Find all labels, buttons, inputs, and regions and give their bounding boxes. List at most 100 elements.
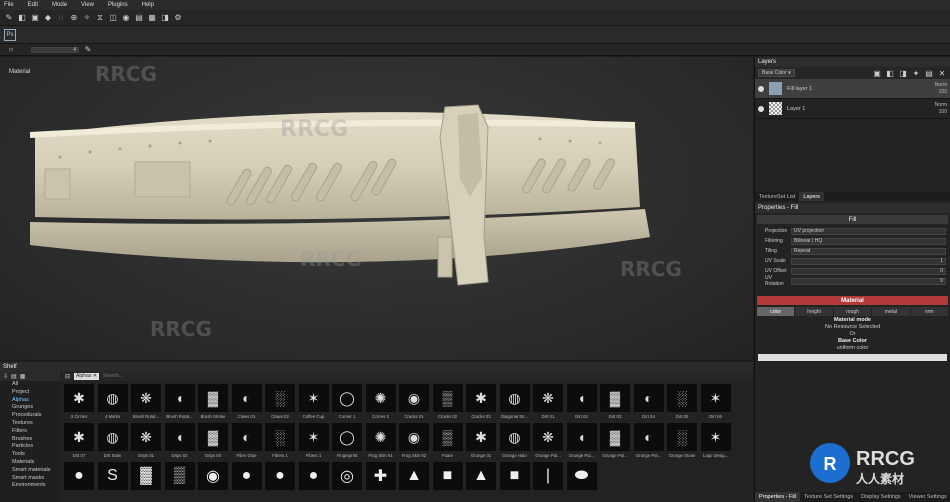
alpha-resource[interactable]: ✱ Cracks 03 xyxy=(466,384,496,423)
alpha-resource[interactable]: ■ xyxy=(499,462,530,501)
alpha-resource[interactable]: ■ xyxy=(432,462,463,501)
alpha-resource[interactable]: ▓ xyxy=(131,462,161,501)
eraser-tool-icon[interactable]: ◧ xyxy=(17,13,27,23)
alpha-resource[interactable]: ░ Grunge Stone xyxy=(667,423,697,462)
channel-nrm-button[interactable]: nrm xyxy=(910,307,949,316)
filter-chip[interactable]: Alphas ✕ xyxy=(74,372,99,380)
tab-textureset-list[interactable]: TextureSet List xyxy=(755,192,799,201)
base-color-swatch[interactable] xyxy=(758,354,947,361)
pressure-icon[interactable]: ✎ xyxy=(83,45,93,55)
alpha-resource[interactable]: ◍ 4 Marks xyxy=(97,384,128,423)
view-mode-icon[interactable]: ◫ xyxy=(108,13,118,23)
picker-tool-icon[interactable]: ✧ xyxy=(82,13,92,23)
alpha-resource[interactable]: ● xyxy=(64,462,94,501)
channel-dropdown[interactable]: Base Color ▾ xyxy=(758,69,795,77)
menu-edit[interactable]: Edit xyxy=(28,2,38,8)
alpha-resource[interactable]: ◖ Dirt 02 xyxy=(566,384,597,423)
clone-tool-icon[interactable]: ⊕ xyxy=(69,13,79,23)
grid-view-icon[interactable]: ▦ xyxy=(20,373,26,380)
alpha-resource[interactable]: ▒ xyxy=(164,462,195,501)
fill-section-header[interactable]: Fill xyxy=(757,215,948,224)
category-item[interactable]: Textures xyxy=(0,420,60,428)
category-item[interactable]: Procedurals xyxy=(0,412,60,420)
alpha-resource[interactable]: ⬬ xyxy=(566,462,597,501)
alpha-resource[interactable]: ◉ xyxy=(198,462,228,501)
photoshop-export-button[interactable]: Ps xyxy=(4,28,16,41)
filter-icon[interactable]: ⊟ xyxy=(65,373,70,380)
category-item[interactable]: Tools xyxy=(0,451,60,459)
category-item[interactable]: Materials xyxy=(0,459,60,467)
property-value[interactable]: 0 xyxy=(791,267,946,275)
add-folder-icon[interactable]: ▤ xyxy=(924,68,934,78)
category-item[interactable]: Environments xyxy=(0,482,60,490)
category-item[interactable]: All xyxy=(0,381,60,389)
menu-mode[interactable]: Mode xyxy=(52,2,67,8)
category-item[interactable]: Brushes xyxy=(0,436,60,444)
alpha-resource[interactable]: ░ Claws 02 xyxy=(265,384,295,423)
alpha-resource[interactable]: ◐ Grunge Pai... xyxy=(633,423,664,462)
alpha-resource[interactable]: ✶ Coffee Cup xyxy=(298,384,329,423)
alpha-resource[interactable]: ✱ Dirt 07 xyxy=(64,423,94,462)
screenshot-icon[interactable]: ▤ xyxy=(134,13,144,23)
alpha-resource[interactable]: ◯ Corner 1 xyxy=(332,384,362,423)
alpha-resource[interactable]: ◯ Fingerprint xyxy=(332,423,362,462)
alpha-resource[interactable]: ● xyxy=(265,462,295,501)
add-effect-icon[interactable]: ✦ xyxy=(911,68,921,78)
alpha-resource[interactable]: ▓ Dirt 03 xyxy=(600,384,630,423)
alpha-resource[interactable]: ✶ Dirt 06 xyxy=(700,384,731,423)
menu-plugins[interactable]: Plugins xyxy=(108,2,128,8)
property-value[interactable]: 1 xyxy=(791,257,946,265)
alpha-resource[interactable]: ◐ Dirt 04 xyxy=(633,384,664,423)
alpha-resource[interactable]: ✺ Frog Skin 01 xyxy=(365,423,396,462)
alpha-resource[interactable]: ❋ Drips 01 xyxy=(131,423,161,462)
import-icon[interactable]: ⇩ xyxy=(3,373,8,380)
category-item[interactable]: Filters xyxy=(0,428,60,436)
paint-tool-icon[interactable]: ✎ xyxy=(4,13,14,23)
menu-view[interactable]: View xyxy=(81,2,94,8)
category-item[interactable]: Particles xyxy=(0,443,60,451)
no-resource-label[interactable]: No Resource Selected xyxy=(755,324,950,331)
material-section-header[interactable]: Material xyxy=(757,296,948,305)
alpha-resource[interactable]: ◉ Frog Skin 02 xyxy=(399,423,429,462)
folder-icon[interactable]: ▤ xyxy=(11,373,17,380)
tab-layers[interactable]: Layers xyxy=(799,192,824,201)
alpha-resource[interactable]: ▒ Cracks 02 xyxy=(432,384,463,423)
category-item[interactable]: Project xyxy=(0,389,60,397)
alpha-resource[interactable]: ◐ Claws 01 xyxy=(231,384,262,423)
alpha-resource[interactable]: ◖ Brush Rotat... xyxy=(164,384,195,423)
category-item[interactable]: Alphas xyxy=(0,397,60,405)
channel-height-button[interactable]: height xyxy=(795,307,833,316)
channel-metal-button[interactable]: metal xyxy=(872,307,910,316)
layer-blend-mode[interactable]: Norm xyxy=(926,102,947,109)
alpha-resource[interactable]: ◐ Fiber Glue xyxy=(231,423,262,462)
layer-row[interactable]: Fill layer 1 Norm 100 xyxy=(755,79,950,99)
channel-color-button[interactable]: color xyxy=(757,307,795,316)
alpha-resource[interactable]: ✶ Logo Desig... xyxy=(700,423,731,462)
alpha-resource[interactable]: ✱ 3 Circles xyxy=(64,384,94,423)
alpha-resource[interactable]: ● xyxy=(298,462,329,501)
property-value[interactable]: Bilinear | HQ xyxy=(791,237,946,245)
alpha-resource[interactable]: S xyxy=(97,462,128,501)
alpha-resource[interactable]: ✶ Fibers 1 xyxy=(298,423,329,462)
shelf-search-input[interactable] xyxy=(102,373,183,379)
category-item[interactable]: Smart materials xyxy=(0,467,60,475)
layer-row[interactable]: Layer 1 Norm 100 xyxy=(755,99,950,119)
delete-layer-icon[interactable]: ✕ xyxy=(937,68,947,78)
smudge-tool-icon[interactable]: ◌ xyxy=(56,13,66,23)
projection-tool-icon[interactable]: ▣ xyxy=(30,13,40,23)
polygon-fill-icon[interactable]: ◆ xyxy=(43,13,53,23)
render-icon[interactable]: ▦ xyxy=(147,13,157,23)
property-value[interactable]: UV projection xyxy=(791,227,946,235)
alpha-resource[interactable]: ◎ xyxy=(332,462,362,501)
alpha-resource[interactable]: ❋ Brush Rotat... xyxy=(131,384,161,423)
visibility-eye-icon[interactable] xyxy=(758,105,764,112)
alpha-resource[interactable]: ▒ Foam xyxy=(432,423,463,462)
alpha-resource[interactable]: ░ Fibers 1 xyxy=(265,423,295,462)
alpha-resource[interactable]: ▓ Grunge Pai... xyxy=(600,423,630,462)
alpha-resource[interactable]: ░ Dirt 05 xyxy=(667,384,697,423)
layer-opacity[interactable]: 100 xyxy=(926,89,947,96)
alpha-resource[interactable]: ◍ Dirt Stain xyxy=(97,423,128,462)
visibility-eye-icon[interactable] xyxy=(758,85,764,92)
alpha-resource[interactable]: ▲ xyxy=(466,462,496,501)
alpha-resource[interactable]: ❋ Dirt 01 xyxy=(533,384,563,423)
